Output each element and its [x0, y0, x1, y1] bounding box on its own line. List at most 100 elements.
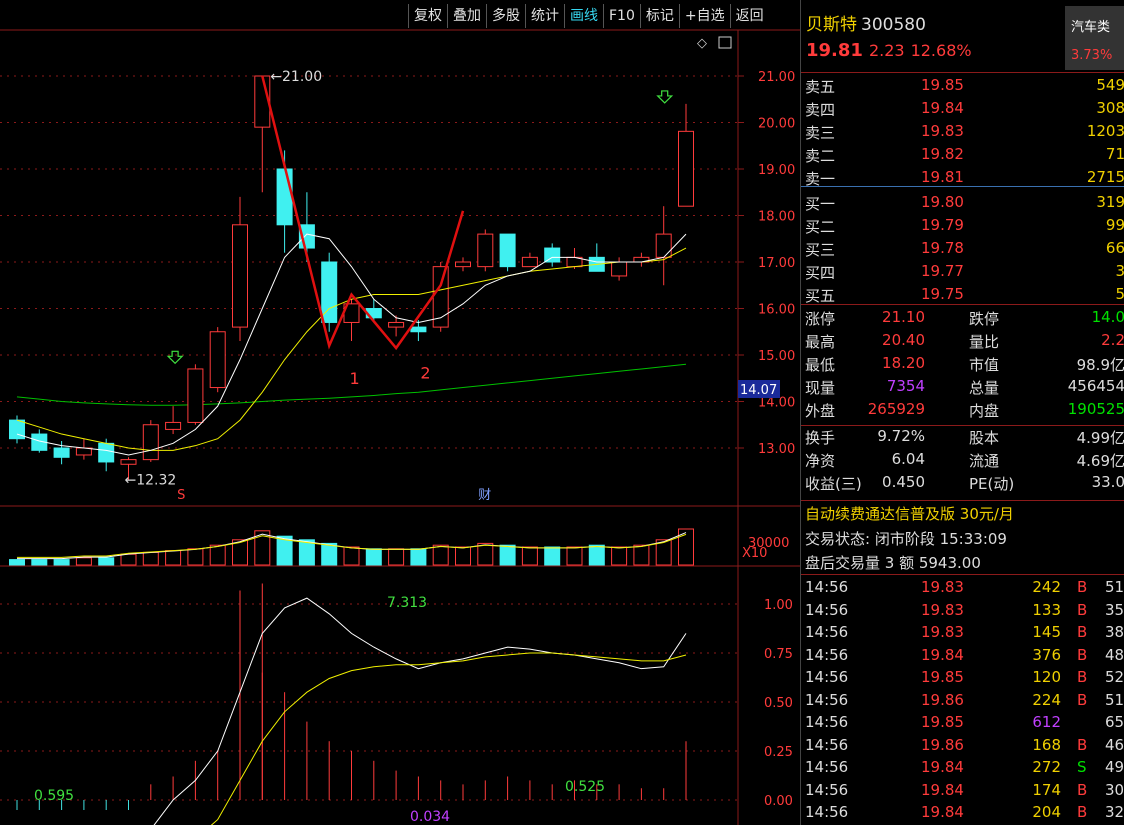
- stock-name: 贝斯特: [806, 15, 857, 35]
- tick-time: 14:56: [805, 600, 849, 619]
- order-row: 买五 19.75 5: [801, 283, 1124, 306]
- tick-volume: 376: [1032, 645, 1061, 664]
- order-price: 19.82: [921, 145, 964, 163]
- volume-bar: [455, 546, 471, 566]
- indicator-peak-label: 7.313: [387, 595, 427, 611]
- volume-bar: [31, 559, 48, 566]
- tick-row: 14:56 19.86 168 B 46: [801, 735, 1124, 757]
- tick-volume: 133: [1032, 600, 1061, 619]
- chart-area: ◇13.0014.0015.0016.0017.0018.0019.0020.0…: [0, 29, 800, 825]
- tick-volume: 120: [1032, 668, 1061, 686]
- tick-row: 14:56 19.84 376 B 48: [801, 645, 1124, 667]
- wave-label-2: 2: [420, 363, 430, 382]
- tick-side: B: [1077, 780, 1088, 799]
- stock-change: 2.23: [868, 41, 905, 60]
- subscription-ad[interactable]: 自动续费通达信普及版 30元/月: [805, 503, 1014, 524]
- order-price: 19.80: [921, 193, 964, 211]
- indicator-tick-label: 0.75: [764, 647, 793, 662]
- stat-value: 265929: [867, 400, 925, 418]
- tick-price: 19.84: [921, 645, 964, 664]
- order-row: 买四 19.77 3: [801, 260, 1124, 283]
- stat-value-2: 4.69亿: [1076, 452, 1124, 470]
- tick-volume: 242: [1032, 578, 1061, 596]
- candle-body: [655, 233, 672, 258]
- indicator-low-label: 0.034: [410, 809, 450, 825]
- stat-label: 外盘: [805, 402, 836, 420]
- order-volume: 549: [1096, 76, 1124, 94]
- buy-arrow-icon: [166, 350, 184, 365]
- stat-label-2: 总量: [969, 379, 1000, 397]
- candle-body: [388, 321, 405, 328]
- stats-row: 最高 20.40 量比 2.2: [801, 329, 1124, 352]
- order-volume: 3: [1115, 262, 1124, 280]
- tick-time: 14:56: [805, 668, 849, 686]
- sector-badge[interactable]: 汽车类 3.73%: [1065, 6, 1124, 70]
- price-tick-label: 18.00: [758, 210, 795, 225]
- volume-bar: [209, 544, 226, 566]
- tick-price: 19.85: [921, 713, 964, 731]
- s-marker: S: [177, 488, 185, 503]
- stat-value-2: 2.2: [1101, 331, 1124, 349]
- order-row: 卖五 19.85 549: [801, 74, 1124, 97]
- candle-body: [544, 247, 561, 263]
- stats-row: 现量 7354 总量 456454: [801, 375, 1124, 398]
- tick-side: B: [1077, 645, 1088, 664]
- volume-bar: [410, 548, 427, 566]
- stats-row: 换手 9.72% 股本 4.99亿: [801, 425, 1124, 448]
- order-price: 19.85: [921, 76, 964, 94]
- tick-volume: 174: [1032, 780, 1061, 799]
- stats-row: 涨停 21.10 跌停 14.0: [801, 306, 1124, 329]
- window-icon: [718, 36, 732, 49]
- volume-bar: [611, 546, 628, 566]
- volume-bar: [633, 544, 650, 566]
- stat-value: 21.10: [882, 308, 925, 326]
- order-label: 卖四: [805, 101, 836, 119]
- trade-status: 交易状态: 闭市阶段 15:33:09: [805, 530, 1007, 548]
- candle-body: [232, 224, 248, 328]
- volume-bar: [120, 553, 137, 566]
- volume-bar: [9, 559, 25, 566]
- stats-row: 外盘 265929 内盘 190525: [801, 398, 1124, 421]
- stats-top-divider: [801, 304, 1124, 305]
- indicator-right-label: 0.525: [565, 779, 605, 795]
- order-price: 19.75: [921, 285, 964, 303]
- order-row: 卖三 19.83 1203: [801, 120, 1124, 143]
- ticks-top-divider: [801, 574, 1124, 575]
- after-hours-info: 盘后交易量 3 额 5943.00: [805, 554, 981, 572]
- tick-price: 19.84: [921, 803, 964, 821]
- order-row: 买一 19.80 319: [801, 191, 1124, 214]
- order-label: 买二: [805, 218, 836, 236]
- stat-label-2: PE(动): [969, 475, 1015, 493]
- stat-label-2: 跌停: [969, 310, 1000, 328]
- tick-count: 52: [1105, 668, 1124, 686]
- tick-volume: 612: [1032, 713, 1061, 731]
- stat-label-2: 股本: [969, 429, 1000, 447]
- order-price: 19.83: [921, 122, 964, 140]
- stock-code: 300580: [861, 15, 926, 35]
- tick-time: 14:56: [805, 690, 849, 709]
- stat-value-2: 456454: [1067, 377, 1124, 395]
- order-label: 卖五: [805, 78, 836, 96]
- cai-marker: 财: [478, 488, 491, 503]
- stat-label: 最低: [805, 356, 836, 374]
- tick-side: B: [1077, 578, 1088, 596]
- candle-body: [455, 261, 471, 268]
- tick-price: 19.83: [921, 578, 964, 596]
- stock-pct: 12.68%: [910, 41, 972, 60]
- candle-body: [499, 233, 516, 268]
- tick-time: 14:56: [805, 803, 849, 821]
- order-volume: 2715: [1086, 168, 1124, 186]
- volume-bar: [365, 548, 382, 566]
- stat-value: 9.72%: [877, 427, 925, 445]
- tick-count: 65: [1105, 713, 1124, 731]
- tick-price: 19.84: [921, 758, 964, 776]
- order-label: 买四: [805, 264, 836, 282]
- candle-body: [209, 331, 226, 389]
- stat-value: 20.40: [882, 331, 925, 349]
- order-row: 卖四 19.84 308: [801, 97, 1124, 120]
- tick-row: 14:56 19.84 204 B 32: [801, 802, 1124, 824]
- tick-price: 19.83: [921, 600, 964, 619]
- quote-panel: 贝斯特 300580 19.81 2.23 12.68% 汽车类 3.73% 卖五 19…: [800, 0, 1124, 825]
- tick-volume: 145: [1032, 623, 1061, 641]
- tick-row: 14:56 19.85 612 65: [801, 712, 1124, 734]
